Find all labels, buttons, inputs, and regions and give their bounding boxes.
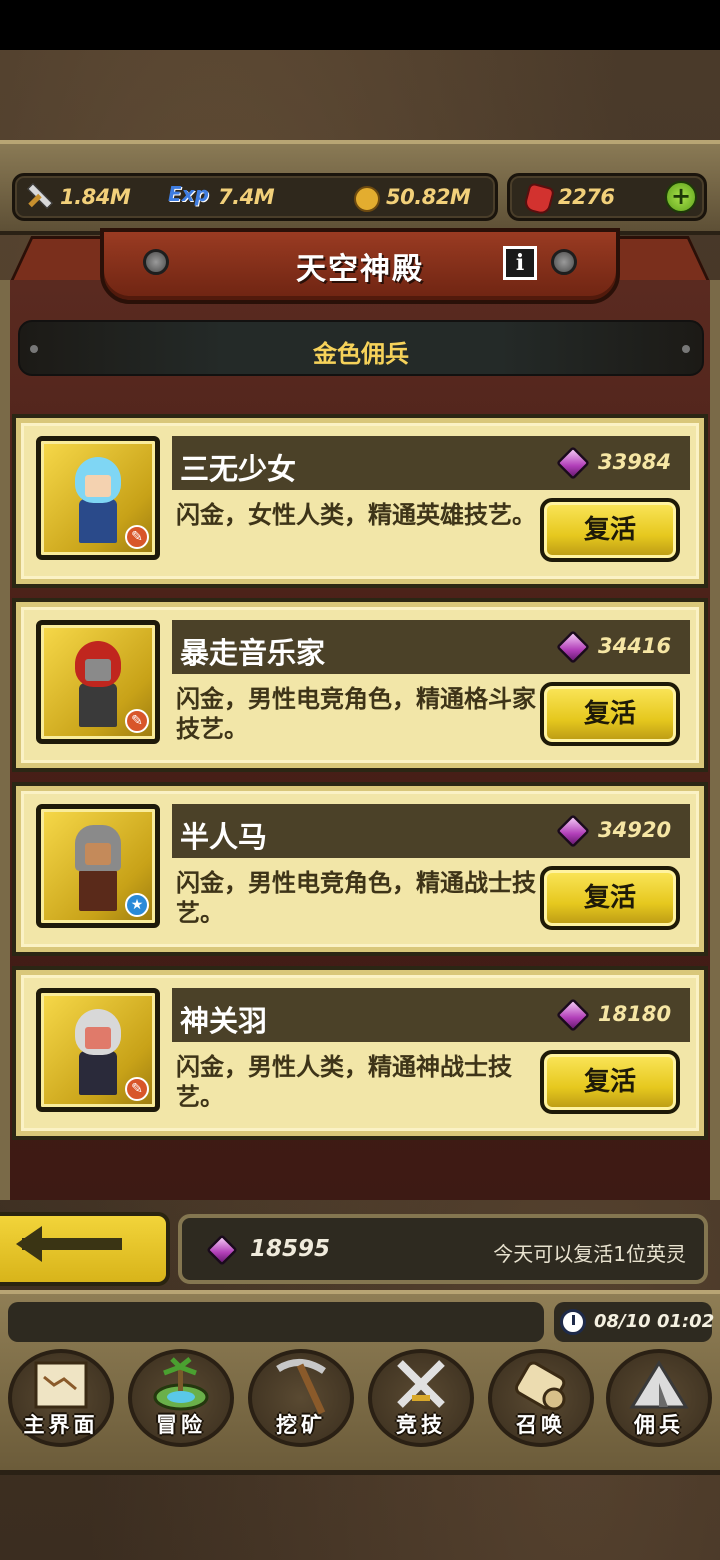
nav-main[interactable]: 主界面: [2, 1345, 120, 1450]
page-title: 天空神殿: [296, 252, 424, 287]
clock-icon: [560, 1309, 586, 1335]
sword-class-icon: ✎: [125, 1077, 149, 1101]
hero-name: 三无少女: [180, 452, 297, 486]
back-arrow-shaft: [22, 1238, 122, 1250]
nav-label: 主界面: [23, 1413, 99, 1437]
nav-arena[interactable]: 竞技: [362, 1345, 480, 1450]
hero-price: 34920: [598, 818, 672, 842]
revive-limit-note: 今天可以复活1位英灵: [493, 1242, 686, 1266]
exp-resource: Exp 7.4M: [168, 182, 275, 212]
sprite-body: [79, 1051, 117, 1095]
ruby-value: 2276: [558, 185, 615, 209]
gem-balance: 18595: [250, 1236, 331, 1262]
hero-description: 闪金，男性电竞角色，精通格斗家技艺。: [176, 685, 536, 743]
hero-portrait[interactable]: ✎: [36, 620, 160, 744]
sprite-body: [79, 683, 117, 727]
nav-label: 挖矿: [276, 1413, 326, 1437]
star-class-icon: ★: [125, 893, 149, 917]
hero-price: 18180: [598, 1002, 672, 1026]
nav-summon[interactable]: 召唤: [482, 1345, 600, 1450]
rivet-icon: [551, 249, 577, 275]
nav-mercenary[interactable]: 佣兵: [600, 1345, 718, 1450]
category-label: 金色佣兵: [313, 340, 409, 368]
hero-card: ✎ 三无少女 33984 闪金，女性人类，精通英雄技艺。 复活: [12, 414, 708, 588]
pickaxe-icon: [276, 1359, 326, 1415]
status-bar: [0, 0, 720, 50]
sword-class-icon: ✎: [125, 525, 149, 549]
hero-description: 闪金，男性电竞角色，精通战士技艺。: [176, 869, 536, 927]
revive-button[interactable]: 复活: [540, 682, 680, 746]
ruby-resource: 2276: [522, 182, 615, 212]
sprite-face: [85, 1027, 111, 1049]
sprite-body: [79, 499, 117, 543]
sprite-body: [79, 867, 117, 911]
ruby-icon: [522, 182, 552, 212]
nav-mining[interactable]: 挖矿: [242, 1345, 360, 1450]
rivet-icon: [143, 249, 169, 275]
hero-description: 闪金，女性人类，精通英雄技艺。: [176, 501, 536, 529]
island-icon: [153, 1357, 209, 1411]
attack-resource: 1.84M: [24, 182, 131, 212]
hero-portrait[interactable]: ★: [36, 804, 160, 928]
attack-value: 1.84M: [60, 185, 131, 209]
sprite-face: [85, 475, 111, 497]
hero-name: 神关羽: [180, 1004, 268, 1038]
hero-name: 暴走音乐家: [180, 636, 326, 670]
hero-card: ✎ 暴走音乐家 34416 闪金，男性电竞角色，精通格斗家技艺。 复活: [12, 598, 708, 772]
revive-button[interactable]: 复活: [540, 866, 680, 930]
revive-button[interactable]: 复活: [540, 498, 680, 562]
clock-time: 08/10 01:02: [594, 1311, 715, 1332]
hero-price: 34416: [598, 634, 672, 658]
gold-value: 50.82M: [386, 185, 471, 209]
exp-value: 7.4M: [218, 185, 275, 209]
hero-price: 33984: [598, 450, 672, 474]
exp-icon: Exp: [168, 182, 209, 206]
info-button[interactable]: i: [503, 246, 537, 280]
crossed-swords-icon: [397, 1360, 445, 1408]
sprite-face: [85, 843, 111, 865]
scroll-icon: [515, 1361, 566, 1411]
hero-card: ★ 半人马 34920 闪金，男性电竞角色，精通战士技艺。 复活: [12, 782, 708, 956]
nav-label: 召唤: [516, 1413, 566, 1437]
gold-resource: 50.82M: [350, 182, 471, 212]
sword-icon: [24, 182, 54, 212]
nav-label: 冒险: [156, 1413, 206, 1437]
nav-adventure[interactable]: 冒险: [122, 1345, 240, 1450]
hero-card: ✎ 神关羽 18180 闪金，男性人类，精通神战士技艺。 复活: [12, 966, 708, 1140]
hero-portrait[interactable]: ✎: [36, 988, 160, 1112]
hero-name: 半人马: [180, 820, 268, 854]
sword-class-icon: ✎: [125, 709, 149, 733]
revive-button[interactable]: 复活: [540, 1050, 680, 1114]
nav-label: 佣兵: [634, 1413, 684, 1437]
map-scroll-icon: [34, 1361, 88, 1409]
sprite-face: [85, 659, 111, 681]
hero-portrait[interactable]: ✎: [36, 436, 160, 560]
hero-description: 闪金，男性人类，精通神战士技艺。: [176, 1053, 512, 1111]
coin-icon: [350, 182, 380, 212]
add-rubies-button[interactable]: +: [665, 181, 697, 213]
nav-label: 竞技: [396, 1413, 446, 1437]
chat-bar[interactable]: [8, 1302, 544, 1342]
tent-icon: [629, 1360, 689, 1409]
